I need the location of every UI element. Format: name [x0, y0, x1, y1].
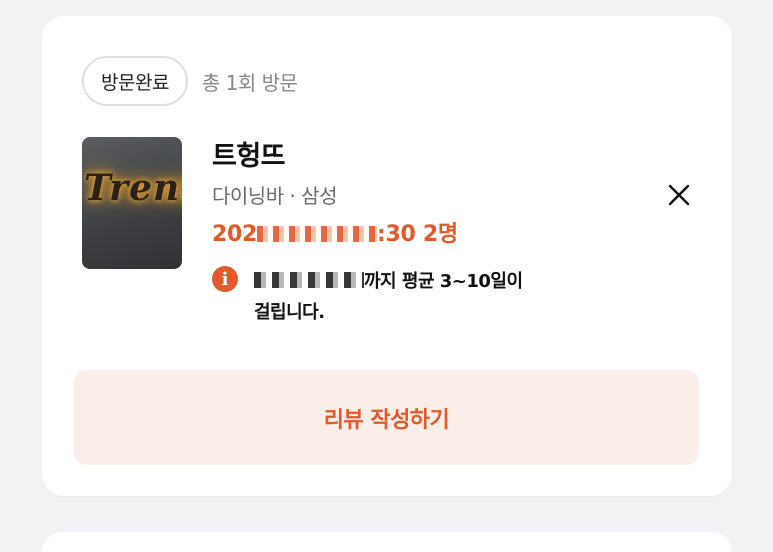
restaurant-name[interactable]: 트헝뜨 [212, 142, 458, 172]
info-icon: i [212, 266, 238, 292]
redacted-notice-mosaic [254, 272, 364, 288]
notice-text-line2: 걸립니다. [254, 302, 325, 323]
visit-count-text: 총 1회 방문 [201, 70, 298, 95]
redacted-date-mosaic [257, 226, 378, 242]
thumbnail-sign-text: Trente [84, 167, 182, 209]
reservation-date-prefix: 202 [212, 222, 258, 247]
reservation-datetime: 202 :30 2명 [212, 222, 458, 248]
close-icon [668, 184, 690, 206]
restaurant-info: 트헝뜨 다이닝바 · 삼성 202 :30 2명 [212, 142, 458, 248]
visit-card: 방문완료 총 1회 방문 Trente 트헝뜨 다이닝바 · 삼성 202 :30… [42, 16, 732, 496]
reservation-time-party: :30 2명 [377, 222, 458, 247]
visit-status-badge: 방문완료 [82, 56, 188, 106]
notice-text: 까지 평균 3~10일이 걸립니다. [254, 266, 523, 328]
write-review-button[interactable]: 리뷰 작성하기 [74, 370, 699, 465]
restaurant-category: 다이닝바 · 삼성 [212, 184, 337, 208]
visit-header: 방문완료 총 1회 방문 [82, 56, 298, 106]
next-card-edge [42, 532, 732, 552]
review-notice: i 까지 평균 3~10일이 걸립니다. [212, 266, 612, 328]
restaurant-thumbnail[interactable]: Trente [82, 137, 182, 269]
notice-text-line1: 까지 평균 3~10일이 [364, 271, 523, 292]
close-button[interactable] [664, 180, 694, 210]
